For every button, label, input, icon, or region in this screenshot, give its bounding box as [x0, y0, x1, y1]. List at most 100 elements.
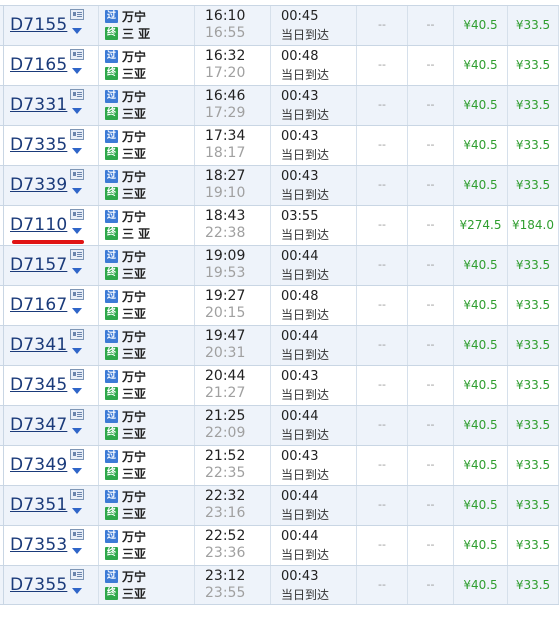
chevron-down-icon[interactable] [72, 68, 82, 74]
train-number-link[interactable]: D7155 [10, 15, 67, 35]
first-class-price: ¥40.5 [463, 178, 498, 192]
seat-class-cell: -- [407, 486, 453, 525]
arrival-day: 当日到达 [281, 308, 330, 322]
ticket-card-icon[interactable] [70, 529, 84, 540]
duration: 00:44 [281, 329, 319, 344]
chevron-down-icon[interactable] [72, 428, 82, 434]
ticket-card-icon[interactable] [70, 409, 84, 420]
train-number-link[interactable]: D7157 [10, 255, 67, 275]
duration-cell: 00:44 当日到达 [270, 486, 356, 525]
train-number-link[interactable]: D7339 [10, 175, 67, 195]
train-number-link[interactable]: D7167 [10, 295, 67, 315]
train-number-cell: D7157 [3, 246, 98, 285]
train-number-link[interactable]: D7165 [10, 55, 67, 75]
seat-class-cell: -- [356, 166, 407, 205]
chevron-down-icon[interactable] [72, 348, 82, 354]
station-cell: 过万宁 终三亚 [98, 166, 194, 205]
ticket-card-icon[interactable] [70, 449, 84, 460]
time-cell: 19:27 20:15 [194, 286, 270, 325]
terminal-station-icon: 终 [105, 147, 118, 160]
station-cell: 过万宁 终三亚 [98, 486, 194, 525]
time-cell: 21:25 22:09 [194, 406, 270, 445]
departure-time: 16:32 [205, 48, 246, 64]
duration: 00:43 [281, 569, 319, 584]
station-cell: 过万宁 终三亚 [98, 446, 194, 485]
chevron-down-icon[interactable] [72, 108, 82, 114]
train-number-link[interactable]: D7353 [10, 535, 67, 555]
chevron-down-icon[interactable] [72, 188, 82, 194]
arrival-time: 17:29 [205, 105, 246, 121]
terminal-station-icon: 终 [105, 547, 118, 560]
arrival-day: 当日到达 [281, 68, 330, 82]
arrival-station-name: 三亚 [122, 427, 147, 441]
train-number-link[interactable]: D7351 [10, 495, 67, 515]
pass-station-icon: 过 [105, 170, 118, 183]
first-class-price-cell: ¥40.5 [453, 286, 507, 325]
pass-station-icon: 过 [105, 50, 118, 63]
terminal-station-icon: 终 [105, 347, 118, 360]
train-number-link[interactable]: D7355 [10, 575, 67, 595]
duration: 00:44 [281, 409, 319, 424]
arrival-station-name: 三亚 [122, 67, 147, 81]
seat-class-cell: -- [407, 246, 453, 285]
train-row: D7349 过万宁 终三亚 21:52 22:35 00:43 当日到达 -- … [0, 445, 559, 485]
ticket-card-icon[interactable] [70, 289, 84, 300]
train-number-link[interactable]: D7331 [10, 95, 67, 115]
chevron-down-icon[interactable] [72, 468, 82, 474]
ticket-card-icon[interactable] [70, 9, 84, 20]
departure-time: 16:10 [205, 8, 246, 24]
chevron-down-icon[interactable] [72, 308, 82, 314]
ticket-card-icon[interactable] [70, 129, 84, 140]
first-class-price: ¥40.5 [463, 498, 498, 512]
chevron-down-icon[interactable] [72, 228, 82, 234]
first-class-price: ¥40.5 [463, 58, 498, 72]
first-class-price-cell: ¥40.5 [453, 246, 507, 285]
first-class-price-cell: ¥40.5 [453, 46, 507, 85]
ticket-card-icon[interactable] [70, 489, 84, 500]
departure-station-name: 万宁 [122, 490, 147, 504]
duration-cell: 00:48 当日到达 [270, 286, 356, 325]
chevron-down-icon[interactable] [72, 388, 82, 394]
second-class-price-cell: ¥33.5 [507, 246, 559, 285]
train-number-link[interactable]: D7347 [10, 415, 67, 435]
train-row: D7335 过万宁 终三亚 17:34 18:17 00:43 当日到达 -- … [0, 125, 559, 165]
chevron-down-icon[interactable] [72, 28, 82, 34]
ticket-card-icon[interactable] [70, 89, 84, 100]
arrival-station: 终三亚 [105, 507, 146, 522]
train-number-link[interactable]: D7335 [10, 135, 67, 155]
duration: 00:44 [281, 489, 319, 504]
ticket-card-icon[interactable] [70, 369, 84, 380]
pass-station-icon: 过 [105, 410, 118, 423]
train-number-link[interactable]: D7345 [10, 375, 67, 395]
departure-time: 17:34 [205, 128, 246, 144]
train-number-link[interactable]: D7341 [10, 335, 67, 355]
departure-station: 过万宁 [105, 210, 146, 225]
ticket-card-icon[interactable] [70, 49, 84, 60]
station-cell: 过万宁 终三 亚 [98, 206, 194, 245]
first-class-price-cell: ¥40.5 [453, 486, 507, 525]
chevron-down-icon[interactable] [72, 508, 82, 514]
ticket-card-icon[interactable] [70, 169, 84, 180]
ticket-card-icon[interactable] [70, 329, 84, 340]
chevron-down-icon[interactable] [72, 588, 82, 594]
departure-station: 过万宁 [105, 170, 146, 185]
ticket-card-icon[interactable] [70, 209, 84, 220]
ticket-card-icon[interactable] [70, 249, 84, 260]
terminal-station-icon: 终 [105, 227, 118, 240]
chevron-down-icon[interactable] [72, 548, 82, 554]
arrival-station-name: 三亚 [122, 507, 147, 521]
arrival-day: 当日到达 [281, 588, 330, 602]
chevron-down-icon[interactable] [72, 148, 82, 154]
second-class-price-cell: ¥33.5 [507, 46, 559, 85]
ticket-card-icon[interactable] [70, 569, 84, 580]
departure-station: 过万宁 [105, 130, 146, 145]
train-number-link[interactable]: D7349 [10, 455, 67, 475]
time-cell: 16:10 16:55 [194, 6, 270, 45]
time-cell: 16:32 17:20 [194, 46, 270, 85]
seat-unavailable: -- [378, 458, 386, 471]
station-cell: 过万宁 终三亚 [98, 286, 194, 325]
seat-unavailable: -- [426, 258, 435, 271]
chevron-down-icon[interactable] [72, 268, 82, 274]
arrival-station: 终三亚 [105, 387, 146, 402]
train-number-link[interactable]: D7110 [10, 215, 67, 235]
